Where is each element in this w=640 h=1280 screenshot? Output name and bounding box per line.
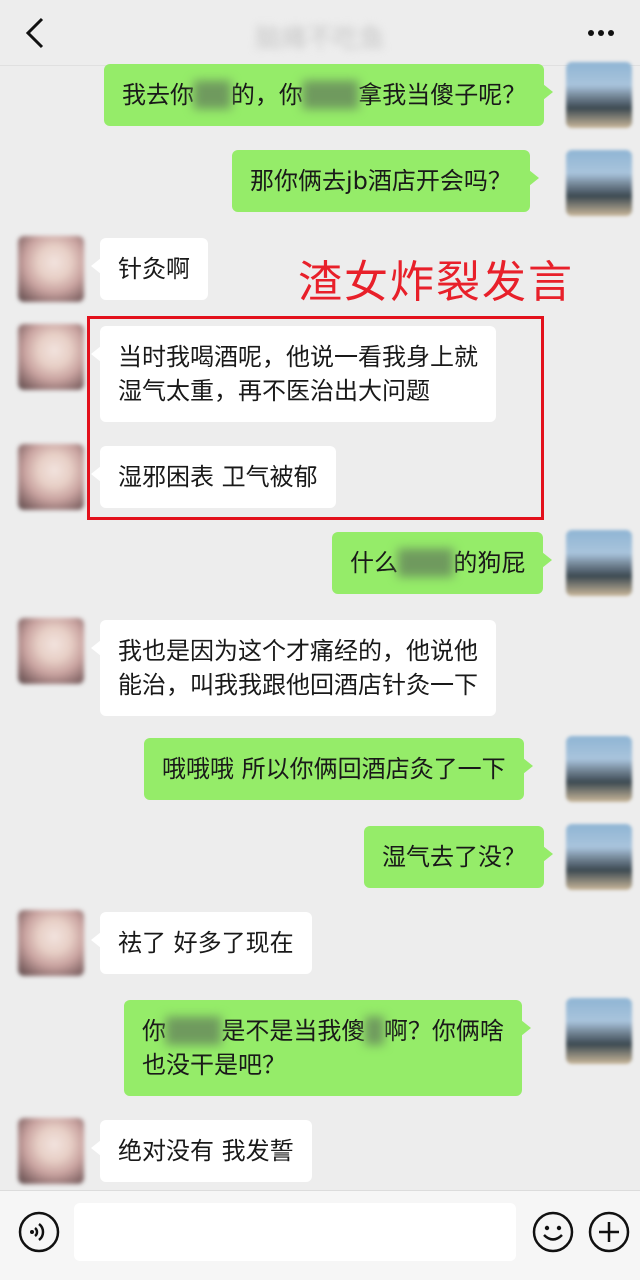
avatar-self[interactable] [566, 736, 632, 802]
voice-button[interactable] [18, 1211, 60, 1253]
censored-text: ███ [166, 1017, 222, 1045]
message-bubble-self[interactable]: 哦哦哦 所以你俩回酒店灸了一下 [144, 738, 533, 800]
censored-text: ███ [398, 549, 454, 577]
chat-header: 脑瘫不吃鱼 [0, 0, 640, 66]
avatar-other[interactable] [18, 324, 84, 390]
emoji-button[interactable] [532, 1211, 574, 1253]
avatar-other[interactable] [18, 444, 84, 510]
plus-button[interactable] [588, 1211, 630, 1253]
message-bubble-other[interactable]: 祛了 好多了现在 [91, 912, 312, 974]
avatar-self[interactable] [566, 998, 632, 1064]
message-bubble-other[interactable]: 我也是因为这个才痛经的，他说他 能治，叫我我跟他回酒店针灸一下 [91, 620, 496, 716]
avatar-self[interactable] [566, 62, 632, 128]
more-button[interactable] [586, 18, 622, 48]
more-dots-icon [588, 30, 594, 36]
message-bubble-other[interactable]: 绝对没有 我发誓 [91, 1120, 312, 1182]
message-bubble-self[interactable]: 湿气去了没？ [364, 826, 553, 888]
chat-title: 脑瘫不吃鱼 [254, 24, 385, 54]
annotation-label: 渣女炸裂发言 [298, 257, 574, 308]
input-bar [0, 1190, 640, 1280]
message-bubble-self[interactable]: 那你俩去jb酒店开会吗？ [232, 150, 539, 212]
censored-text: ███ [302, 81, 359, 109]
emoji-icon [532, 1211, 574, 1253]
plus-icon [588, 1211, 630, 1253]
avatar-self[interactable] [566, 150, 632, 216]
message-input[interactable] [74, 1203, 516, 1261]
censored-text: █ [365, 1017, 384, 1045]
avatar-self[interactable] [566, 824, 632, 890]
censored-text: ██ [194, 81, 231, 109]
highlight-box [87, 316, 544, 520]
avatar-other[interactable] [18, 910, 84, 976]
message-bubble-self[interactable]: 我去你██的，你███拿我当傻子呢？ [104, 64, 554, 126]
voice-icon [18, 1211, 60, 1253]
avatar-other[interactable] [18, 618, 84, 684]
avatar-self[interactable] [566, 530, 632, 596]
message-bubble-self[interactable]: 你███是不是当我傻█啊？你俩啥 也没干是吧？ [124, 1000, 531, 1096]
avatar-other[interactable] [18, 236, 84, 302]
message-bubble-other[interactable]: 针灸啊 [91, 238, 208, 300]
message-bubble-self[interactable]: 什么███的狗屁 [332, 532, 553, 594]
avatar-other[interactable] [18, 1118, 84, 1184]
